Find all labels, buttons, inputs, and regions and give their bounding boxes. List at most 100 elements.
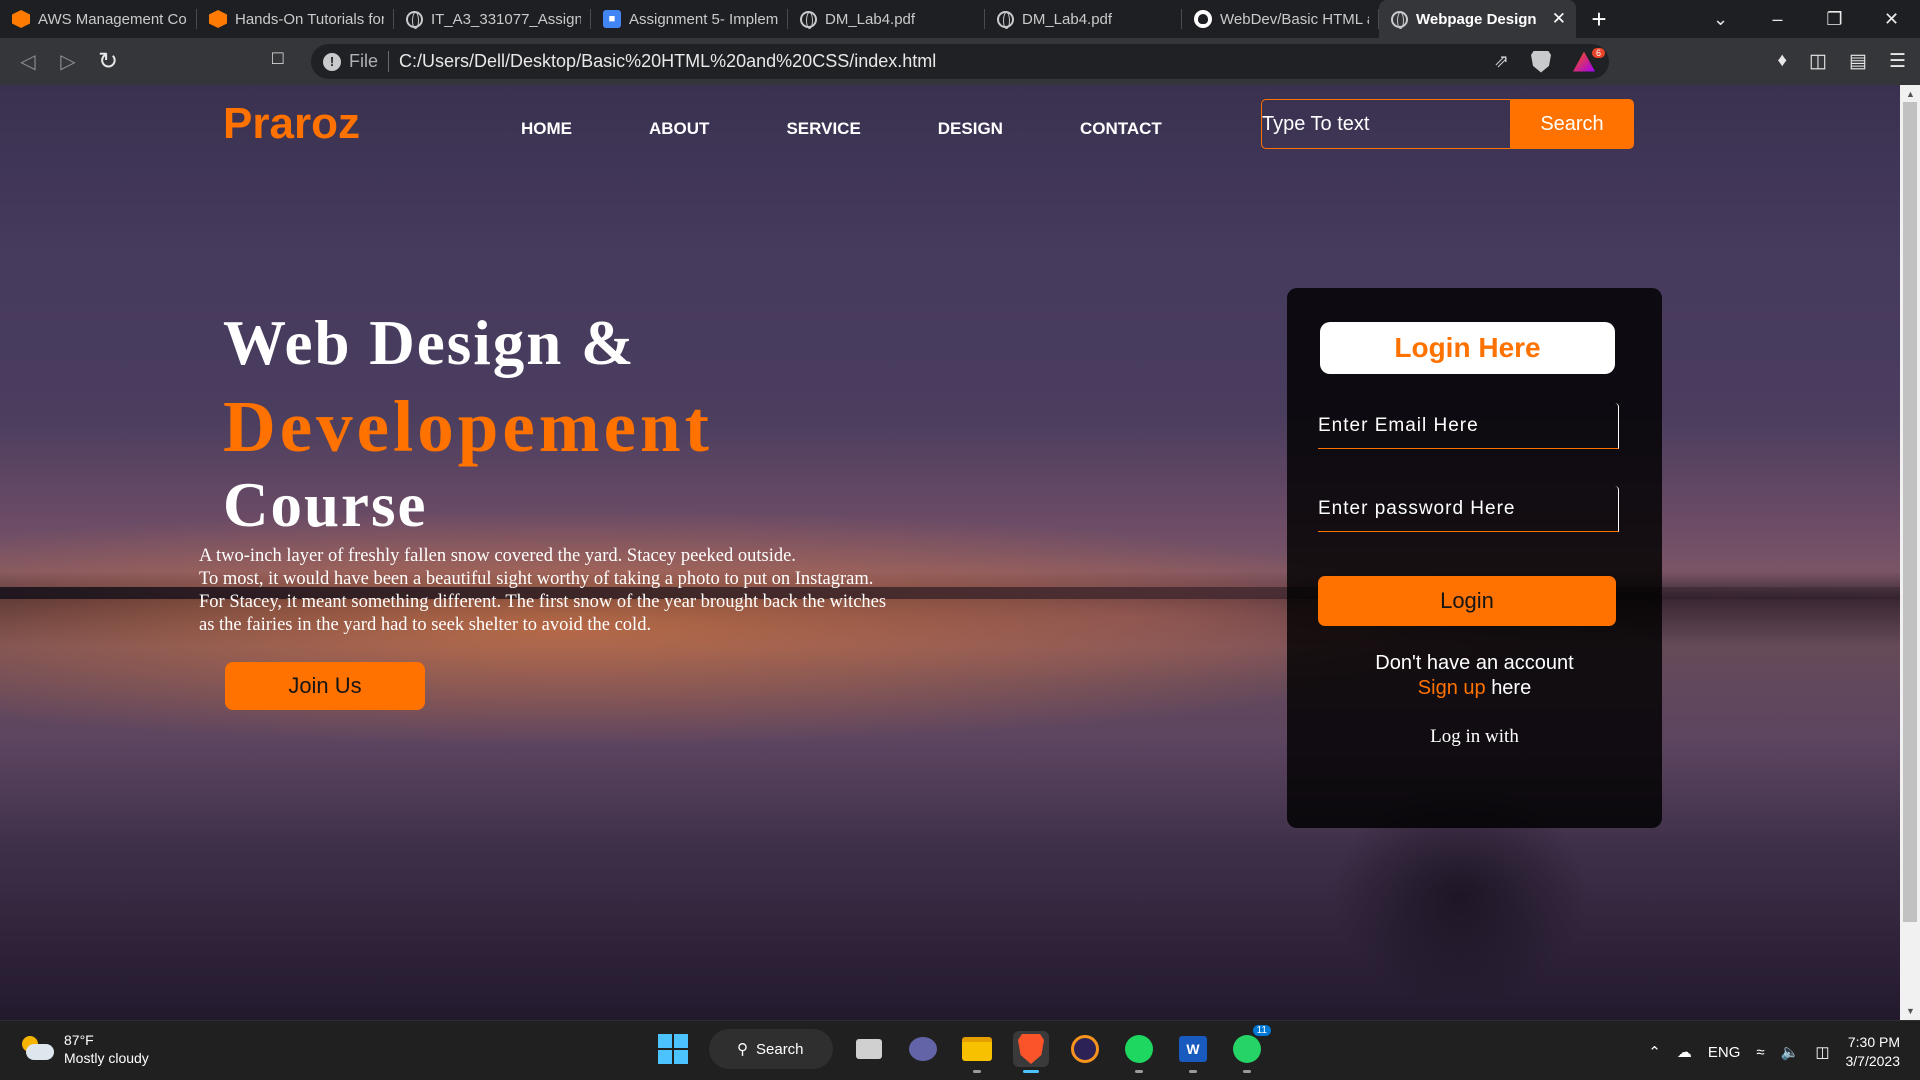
task-view-button[interactable] [851, 1031, 887, 1067]
language-indicator[interactable]: ENG [1708, 1044, 1741, 1061]
windows-taskbar: 87°F Mostly cloudy ⚲ Search W 11 ⌃ ☁ ENG… [0, 1020, 1920, 1080]
partly-cloudy-icon [20, 1036, 54, 1062]
browser-tab[interactable]: AWS Management Cor [0, 0, 197, 38]
signup-prompt: Don't have an account Sign up here [1287, 651, 1662, 701]
word-icon: W [1179, 1036, 1207, 1062]
globe-icon [997, 10, 1014, 29]
github-icon [1194, 10, 1212, 28]
file-explorer-button[interactable] [959, 1031, 995, 1073]
email-field[interactable] [1318, 403, 1619, 449]
extensions-icon[interactable]: ♦ [1777, 50, 1787, 73]
tab-title: DM_Lab4.pdf [1022, 10, 1113, 28]
clock-date: 3/7/2023 [1845, 1053, 1901, 1069]
wallet-icon[interactable]: ▤ [1849, 50, 1867, 73]
site-logo[interactable]: Praroz [223, 99, 360, 149]
browser-tab[interactable]: Hands-On Tutorials for [197, 0, 394, 38]
login-with-text: Log in with [1430, 726, 1519, 747]
eclipse-button[interactable] [1067, 1031, 1103, 1067]
chevron-down-icon[interactable]: ⌄ [1692, 9, 1749, 30]
window-controls: ⌄ – ❐ ✕ [1692, 0, 1920, 38]
onedrive-cloud-icon[interactable]: ☁ [1677, 1043, 1692, 1061]
login-title: Login Here [1320, 322, 1615, 374]
forward-icon[interactable]: ▷ [48, 49, 88, 74]
hero-title-line3: Course [223, 470, 428, 540]
signup-link[interactable]: Sign up [1418, 677, 1486, 699]
page-viewport: Praroz HOME ABOUT SERVICE DESIGN CONTACT… [0, 85, 1900, 1020]
task-view-icon [856, 1039, 882, 1059]
scroll-up-icon[interactable]: ▲ [1906, 89, 1915, 99]
nav-service[interactable]: SERVICE [786, 119, 860, 139]
password-field[interactable] [1318, 486, 1619, 532]
browser-tab-active[interactable]: Webpage Design ✕ [1379, 0, 1576, 38]
brave-icon [1018, 1034, 1044, 1064]
brave-shields-icon[interactable] [1531, 50, 1551, 73]
spotify-icon [1125, 1035, 1153, 1063]
browser-tab[interactable]: DM_Lab4.pdf [788, 0, 985, 38]
browser-tab[interactable]: ■ Assignment 5- Implem [591, 0, 788, 38]
restore-icon[interactable]: ❐ [1806, 9, 1863, 30]
globe-icon [406, 10, 423, 29]
main-nav: HOME ABOUT SERVICE DESIGN CONTACT [521, 119, 1239, 139]
brave-browser-button[interactable] [1013, 1031, 1049, 1073]
nav-about[interactable]: ABOUT [649, 119, 709, 139]
back-icon[interactable]: ◁ [8, 49, 48, 74]
hero-title-highlight: Developement [223, 386, 713, 467]
browser-tab[interactable]: WebDev/Basic HTML a [1182, 0, 1379, 38]
no-account-text: Don't have an account [1375, 652, 1574, 674]
browser-tab[interactable]: IT_A3_331077_Assignm [394, 0, 591, 38]
sidebar-icon[interactable]: ◫ [1809, 50, 1827, 73]
paragraph-line: as the fairies in the yard had to seek s… [199, 615, 652, 635]
windows-icon [658, 1034, 688, 1064]
whatsapp-button[interactable]: 11 [1229, 1025, 1271, 1073]
wifi-icon[interactable]: ≈ [1756, 1044, 1764, 1061]
meet-icon [909, 1037, 937, 1061]
clock[interactable]: 7:30 PM 3/7/2023 [1846, 1033, 1901, 1071]
tab-title: DM_Lab4.pdf [825, 10, 916, 28]
spotify-button[interactable] [1121, 1031, 1157, 1073]
close-icon[interactable]: ✕ [1552, 9, 1566, 29]
whatsapp-icon [1233, 1035, 1261, 1063]
battery-icon[interactable]: ◫ [1815, 1043, 1829, 1061]
scroll-thumb[interactable] [1903, 102, 1917, 922]
scroll-down-icon[interactable]: ▼ [1906, 1006, 1915, 1016]
tab-title: AWS Management Cor [38, 10, 187, 28]
nav-home[interactable]: HOME [521, 119, 572, 139]
paragraph-line: For Stacey, it meant something different… [199, 592, 887, 612]
start-button[interactable] [655, 1031, 691, 1067]
reload-icon[interactable]: ↻ [88, 47, 128, 76]
url-text[interactable]: C:/Users/Dell/Desktop/Basic%20HTML%20and… [399, 51, 936, 72]
minimize-icon[interactable]: – [1749, 9, 1806, 30]
globe-icon [800, 10, 817, 29]
new-tab-button[interactable]: + [1576, 0, 1622, 38]
chevron-up-icon[interactable]: ⌃ [1648, 1043, 1661, 1061]
close-window-icon[interactable]: ✕ [1863, 9, 1920, 30]
tab-title: Webpage Design [1416, 10, 1537, 28]
taskbar-search[interactable]: ⚲ Search [709, 1029, 833, 1069]
tab-title: Hands-On Tutorials for [235, 10, 384, 28]
menu-icon[interactable]: ☰ [1889, 50, 1906, 73]
login-button[interactable]: Login [1318, 576, 1616, 626]
volume-icon[interactable]: 🔈 [1781, 1043, 1800, 1061]
clock-time: 7:30 PM [1847, 1034, 1900, 1050]
browser-tab[interactable]: DM_Lab4.pdf [985, 0, 1182, 38]
meet-button[interactable] [905, 1031, 941, 1067]
info-icon[interactable]: ! [323, 52, 341, 71]
search-button[interactable]: Search [1510, 99, 1634, 149]
weather-widget[interactable]: 87°F Mostly cloudy [20, 1031, 149, 1067]
page-scrollbar[interactable]: ▲ ▼ [1900, 85, 1920, 1020]
search-input[interactable] [1261, 99, 1511, 149]
word-button[interactable]: W [1175, 1031, 1211, 1073]
toolbar-right: ♦ ◫ ▤ ☰ [1777, 50, 1906, 73]
notification-badge: 11 [1252, 1025, 1271, 1036]
browser-tab-strip: AWS Management Cor Hands-On Tutorials fo… [0, 0, 1920, 38]
signup-suffix: here [1491, 677, 1532, 699]
paragraph-line: To most, it would have been a beautiful … [199, 569, 874, 589]
nav-design[interactable]: DESIGN [938, 119, 1003, 139]
tab-title: IT_A3_331077_Assignm [431, 10, 581, 28]
taskbar-apps: ⚲ Search W 11 [655, 1025, 1271, 1073]
address-bar[interactable]: ! File C:/Users/Dell/Desktop/Basic%20HTM… [311, 44, 1609, 79]
nav-contact[interactable]: CONTACT [1080, 119, 1162, 139]
join-us-button[interactable]: Join Us [225, 662, 425, 710]
share-icon[interactable]: ⇗ [1494, 51, 1509, 72]
bookmark-icon[interactable]: □ [272, 48, 283, 70]
